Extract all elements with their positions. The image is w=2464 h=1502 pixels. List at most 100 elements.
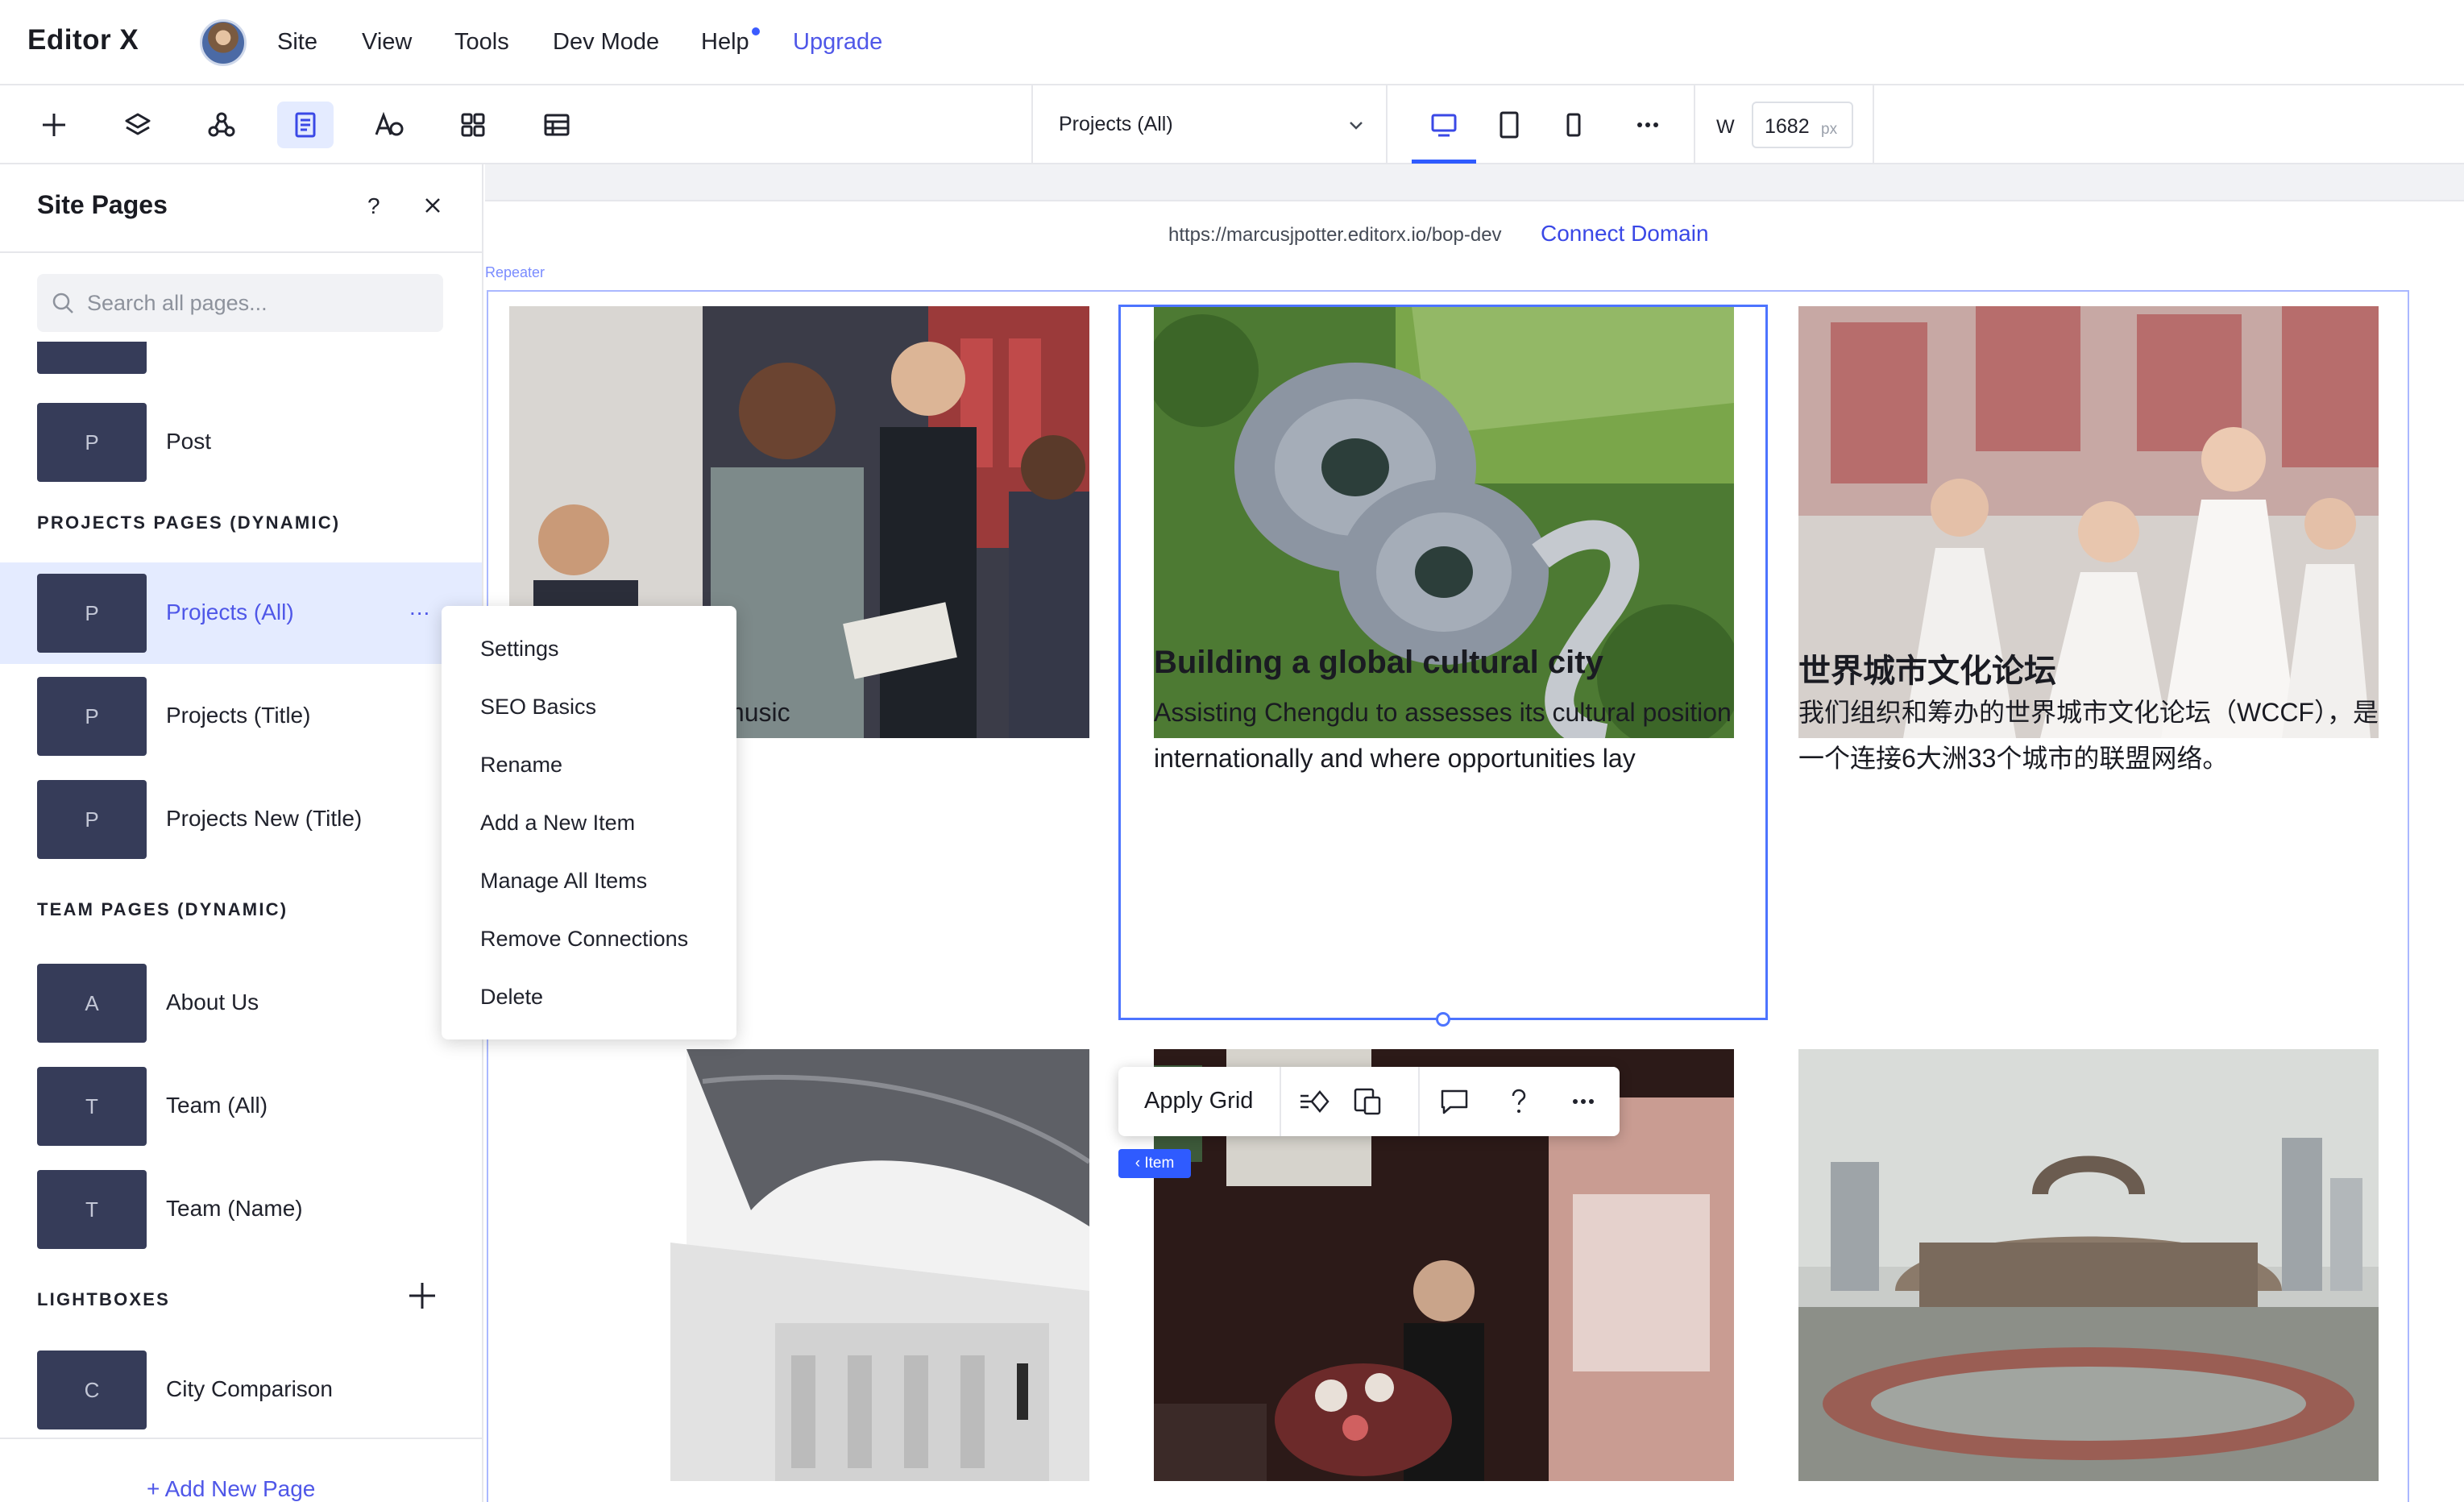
menu-item-seo-basics[interactable]: SEO Basics: [480, 695, 596, 720]
page-name: Projects New (Title): [166, 806, 363, 831]
page-context-menu: Settings SEO Basics Rename Add a New Ite…: [442, 606, 736, 1039]
menu-upgrade[interactable]: Upgrade: [793, 29, 882, 56]
menu-item-settings[interactable]: Settings: [480, 637, 559, 662]
more-icon: [1637, 122, 1658, 127]
add-lightbox-icon[interactable]: [404, 1278, 440, 1313]
desktop-icon: [1431, 114, 1457, 137]
theme-button[interactable]: [361, 102, 417, 148]
page-row-city-comparison[interactable]: C City Comparison: [0, 1339, 482, 1441]
page-thumbnail: C: [37, 1351, 147, 1429]
page-select-dropdown[interactable]: Projects (All): [1031, 85, 1388, 164]
panel-help-button[interactable]: ?: [367, 193, 380, 219]
page-name: Team (All): [166, 1093, 268, 1118]
menu-item-remove-connections[interactable]: Remove Connections: [480, 927, 688, 952]
page-row-projects-title[interactable]: P Projects (Title): [0, 666, 482, 767]
page-more-button[interactable]: ...: [409, 595, 430, 620]
search-box[interactable]: [37, 274, 443, 332]
page-select-value: Projects (All): [1059, 113, 1173, 135]
page-name: Projects (Title): [166, 703, 311, 728]
card-3-description[interactable]: 我们组织和筹办的世界城市文化论坛（WCCF），是一个连接6大洲33个城市的联盟网…: [1798, 690, 2379, 782]
pages-icon: [295, 112, 316, 138]
apply-grid-button[interactable]: Apply Grid: [1144, 1088, 1253, 1114]
editor-toolbar: Projects (All) W 1682 px: [0, 85, 2464, 164]
item-tag[interactable]: ‹ Item: [1118, 1149, 1191, 1178]
menu-item-rename[interactable]: Rename: [480, 753, 562, 778]
menu-site[interactable]: Site: [277, 29, 317, 56]
card-4-image[interactable]: [509, 1049, 1089, 1481]
page-thumbnail-partial: [37, 342, 147, 374]
floatbar-divider: [1280, 1067, 1281, 1136]
menu-item-delete[interactable]: Delete: [480, 985, 543, 1010]
section-team-pages: TEAM PAGES (DYNAMIC): [37, 899, 288, 919]
page-row-team-all[interactable]: T Team (All): [0, 1056, 482, 1157]
page-row-post[interactable]: P Post: [0, 392, 482, 493]
theme-icon: [375, 111, 404, 136]
mobile-breakpoint-button[interactable]: [1545, 102, 1602, 148]
tablet-breakpoint-button[interactable]: [1481, 102, 1537, 148]
page-name: About Us: [166, 990, 259, 1014]
breakpoint-selected-indicator: [1412, 160, 1476, 164]
card-6-image[interactable]: [1798, 1049, 2379, 1481]
components-button[interactable]: [193, 102, 250, 148]
add-elements-button[interactable]: [26, 102, 82, 148]
museum-architecture-photo: [509, 1049, 1089, 1481]
page-thumbnail: P: [37, 780, 147, 859]
floatbar-divider: [1418, 1067, 1420, 1136]
apps-icon: [461, 113, 485, 137]
add-icon: [43, 114, 65, 136]
mobile-icon: [1566, 113, 1581, 137]
page-name: Post: [166, 429, 212, 454]
panel-divider: [0, 251, 482, 253]
desktop-breakpoint-button[interactable]: [1416, 102, 1472, 148]
repeater-tag: Repeater: [485, 264, 545, 280]
width-input[interactable]: 1682 px: [1752, 102, 1853, 148]
site-pages-panel: Site Pages ? P Post PROJECTS PAGES (DYNA…: [0, 164, 483, 1502]
more-breakpoints-button[interactable]: [1620, 102, 1676, 148]
stretch-icon[interactable]: [1297, 1085, 1331, 1118]
apps-button[interactable]: [445, 102, 501, 148]
close-icon[interactable]: [419, 192, 446, 219]
page-name: Team (Name): [166, 1196, 303, 1221]
add-new-page-button[interactable]: + Add New Page: [147, 1476, 315, 1502]
page-thumbnail: P: [37, 677, 147, 756]
layout-icon[interactable]: [1350, 1085, 1384, 1118]
resize-handle[interactable]: [1436, 1012, 1450, 1027]
width-value: 1682: [1765, 115, 1810, 138]
shanghai-museum-photo: [1798, 1049, 2379, 1481]
panel-footer-divider: [0, 1438, 482, 1439]
user-avatar[interactable]: [200, 19, 247, 66]
floating-action-bar: Apply Grid: [1118, 1067, 1620, 1136]
menu-dev-mode[interactable]: Dev Mode: [553, 29, 659, 56]
menu-tools[interactable]: Tools: [454, 29, 509, 56]
search-input[interactable]: [85, 282, 432, 324]
page-row-team-name[interactable]: T Team (Name): [0, 1159, 482, 1260]
panel-title: Site Pages: [37, 190, 168, 219]
help-icon[interactable]: [1502, 1085, 1536, 1118]
help-notification-dot: [752, 27, 760, 35]
more-icon[interactable]: [1566, 1085, 1600, 1118]
page-row-projects-new-title[interactable]: P Projects New (Title): [0, 769, 482, 870]
pages-button[interactable]: [277, 102, 334, 148]
tablet-icon: [1500, 111, 1519, 139]
menu-item-manage-all-items[interactable]: Manage All Items: [480, 869, 647, 894]
selected-item-frame: [1118, 305, 1768, 1020]
layers-button[interactable]: [110, 102, 166, 148]
width-unit: px: [1821, 121, 1838, 138]
components-icon: [208, 112, 235, 137]
top-menu-bar: Editor X Site View Tools Dev Mode Help U…: [0, 0, 2464, 85]
canvas-width-control: W 1682 px: [1694, 85, 1874, 164]
connect-domain-link[interactable]: Connect Domain: [1541, 221, 1709, 247]
section-projects-pages: PROJECTS PAGES (DYNAMIC): [37, 512, 341, 533]
page-row-projects-all[interactable]: P Projects (All) ...: [0, 562, 482, 664]
menu-view[interactable]: View: [362, 29, 412, 56]
editor-x-logo[interactable]: Editor X: [27, 24, 139, 56]
page-name: Projects (All): [166, 600, 294, 624]
comment-icon[interactable]: [1437, 1085, 1471, 1118]
page-row-about-us[interactable]: A About Us: [0, 952, 482, 1054]
card-3-title[interactable]: 世界城市文化论坛: [1798, 645, 2056, 691]
cms-button[interactable]: [529, 102, 585, 148]
page-name: City Comparison: [166, 1376, 333, 1401]
menu-help[interactable]: Help: [701, 29, 749, 56]
menu-item-add-new-item[interactable]: Add a New Item: [480, 811, 635, 836]
page-thumbnail: T: [37, 1170, 147, 1249]
